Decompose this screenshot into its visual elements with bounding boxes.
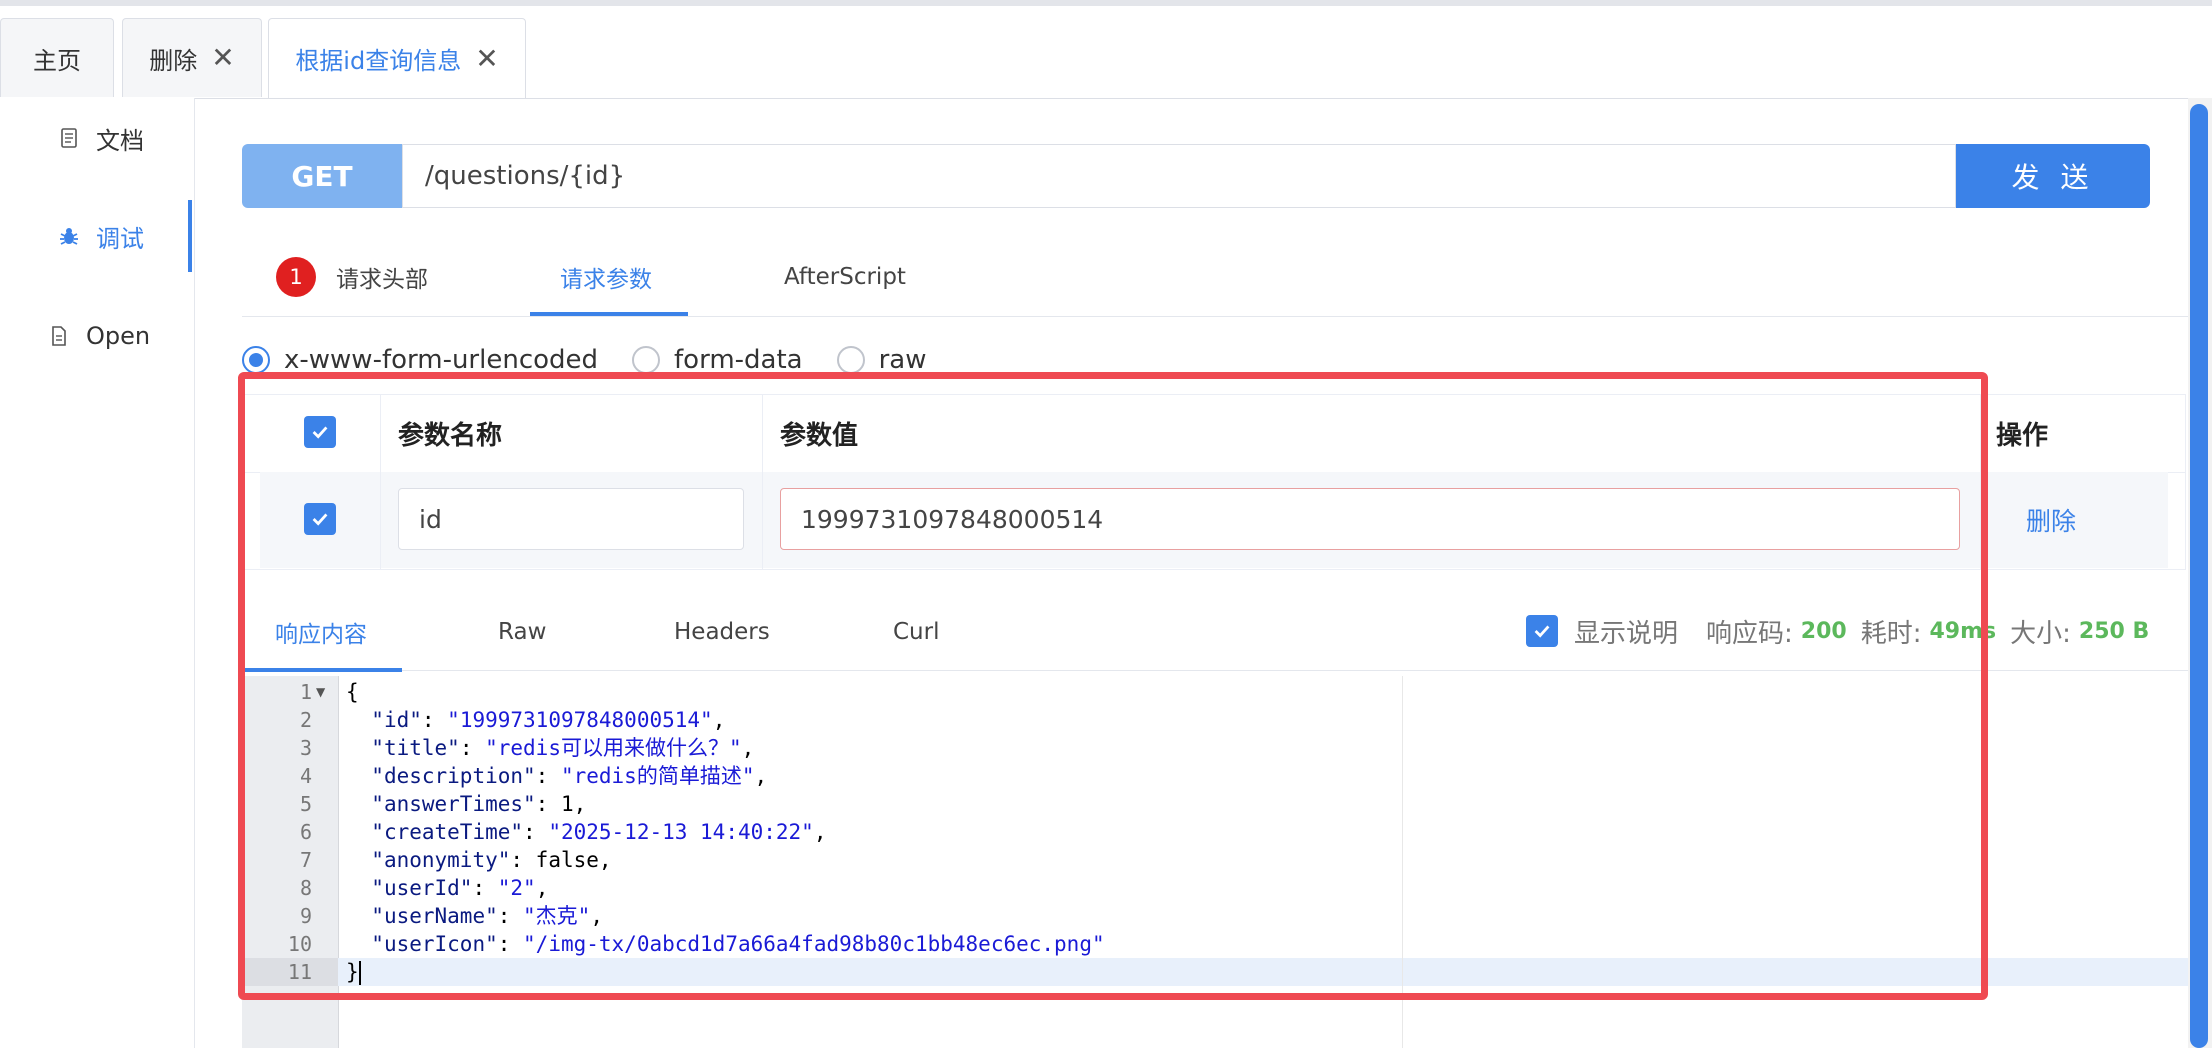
sidebar-item-docs[interactable]: 文档 (0, 98, 194, 178)
close-icon[interactable]: ✕ (475, 44, 498, 73)
tab-label: 根据id查询信息 (295, 47, 462, 75)
file-icon (46, 323, 72, 349)
tab-label: 删除 (149, 46, 198, 75)
delete-row-link[interactable]: 删除 (2026, 502, 2076, 538)
radio-urlencoded[interactable] (242, 346, 270, 374)
active-tab-underline (530, 312, 688, 316)
tab-label: 主页 (33, 46, 81, 75)
url-text: /questions/{id} (425, 161, 626, 191)
close-icon[interactable]: ✕ (211, 44, 234, 72)
document-icon (56, 125, 82, 151)
headers-count-badge: 1 (276, 257, 316, 297)
tab-label: 请求参数 (560, 267, 652, 293)
radio-label: raw (878, 345, 927, 375)
tab-home[interactable]: 主页 (0, 18, 114, 97)
tab-label: 请求头部 (336, 267, 428, 293)
radio-formdata[interactable] (632, 346, 661, 374)
radio-label: form-data (674, 345, 803, 375)
method-select[interactable]: GET (242, 144, 402, 208)
sidebar-item-debug[interactable]: 调试 (0, 196, 194, 276)
tab-label: AfterScript (784, 264, 906, 290)
request-tabs (242, 238, 2192, 317)
tab-request-params[interactable]: 请求参数 (560, 238, 652, 316)
tab-query-by-id[interactable]: 根据id查询信息 ✕ (268, 18, 526, 98)
tab-afterscript[interactable]: AfterScript (784, 238, 906, 316)
sidebar-item-label: 文档 (96, 126, 144, 155)
radio-label: x-www-form-urlencoded (284, 345, 599, 375)
send-button[interactable]: 发 送 (1956, 144, 2150, 208)
highlight-annotation-box (238, 372, 1988, 1000)
response-size-value: 250 B (2078, 618, 2150, 644)
sidebar-active-indicator (188, 200, 192, 272)
sidebar-item-open[interactable]: Open (0, 296, 194, 376)
bug-icon (56, 223, 82, 249)
response-size-label: 大小: (2010, 618, 2071, 649)
scrollbar-thumb[interactable] (2190, 104, 2208, 1048)
sidebar-item-label: 调试 (96, 224, 144, 253)
radio-raw[interactable] (836, 346, 865, 374)
col-header-action: 操作 (1996, 420, 2049, 451)
tab-request-headers[interactable]: 1 请求头部 (276, 238, 428, 316)
url-input[interactable]: /questions/{id} (402, 144, 1956, 208)
sidebar-item-label: Open (86, 322, 151, 350)
tab-delete[interactable]: 删除 ✕ (122, 18, 262, 97)
